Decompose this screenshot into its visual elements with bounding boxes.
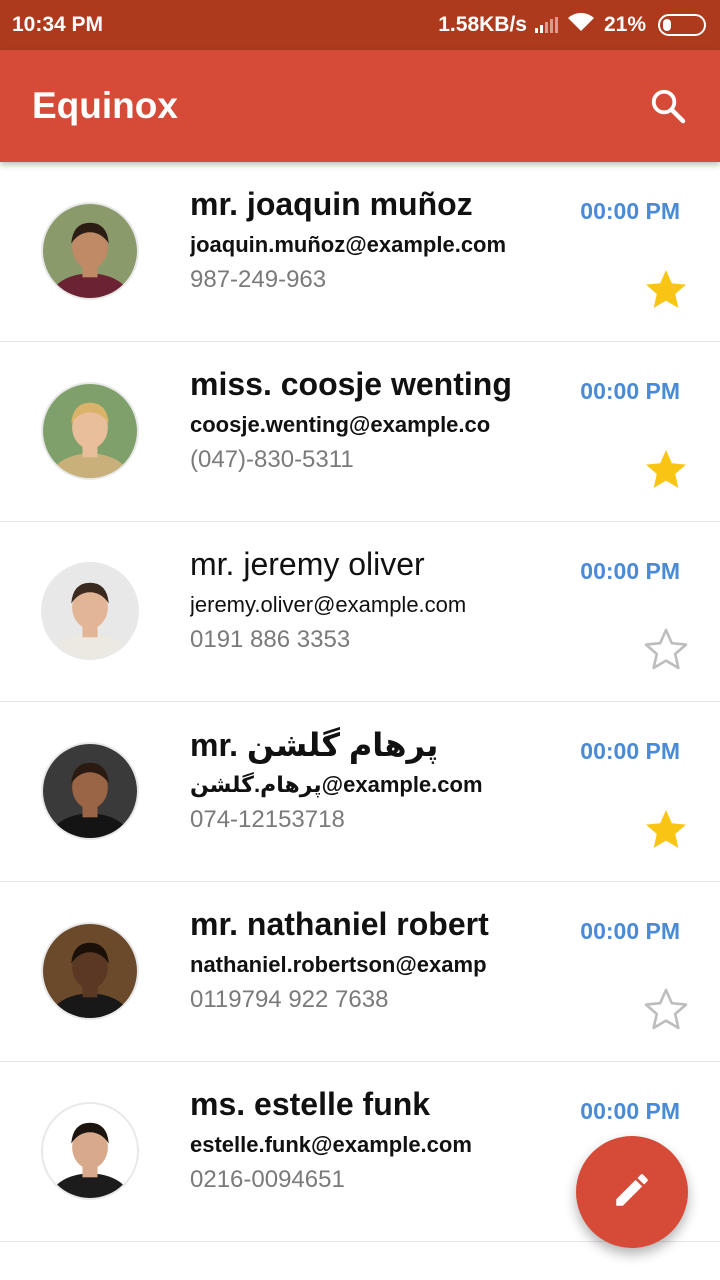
status-indicators: 1.58KB/s 21%	[438, 11, 706, 39]
contact-name: mr. joaquin muñoz	[190, 186, 473, 222]
contact-name: mr. nathaniel robert	[190, 906, 489, 942]
star-filled-icon[interactable]	[642, 446, 690, 494]
avatar	[41, 922, 139, 1020]
signal-icon	[534, 17, 558, 33]
contact-email: joaquin.muñoz@example.com	[190, 232, 507, 257]
contact-email: estelle.funk@example.com	[190, 1132, 472, 1157]
contact-time: 00:00 PM	[580, 738, 680, 764]
contact-phone: (047)-830-5311	[190, 446, 354, 473]
contact-time: 00:00 PM	[580, 918, 680, 944]
contact-phone: 987-249-963	[190, 266, 327, 293]
avatar	[41, 382, 139, 480]
contact-phone: 0191 886 3353	[190, 626, 351, 653]
search-icon[interactable]	[644, 82, 692, 130]
contact-name: mr. jeremy oliver	[190, 546, 425, 582]
pencil-icon	[611, 1169, 653, 1216]
status-time: 10:34 PM	[12, 13, 104, 36]
contact-email: coosje.wenting@example.co	[190, 412, 491, 437]
contact-time: 00:00 PM	[580, 378, 680, 404]
compose-button[interactable]	[576, 1136, 688, 1248]
contact-row[interactable]: mr. nathaniel robert nathaniel.robertson@…	[0, 882, 720, 1062]
contact-time: 00:00 PM	[580, 198, 680, 224]
contact-phone: 074-12153718	[190, 806, 345, 833]
contact-row[interactable]: miss. coosje wenting coosje.wenting@examp…	[0, 342, 720, 522]
battery-percent: 21%	[603, 13, 646, 36]
app-bar: Equinox	[0, 50, 720, 162]
app-title: Equinox	[32, 85, 178, 126]
star-outline-icon[interactable]	[642, 986, 690, 1034]
contact-row[interactable]: mr. پرهام گلشن پرهام.گلشن@example.com 074-…	[0, 702, 720, 882]
contact-row[interactable]: mr. jeremy oliver jeremy.oliver@example.c…	[0, 522, 720, 702]
contact-email: پرهام.گلشن@example.com	[190, 772, 483, 797]
status-bar: 10:34 PM 1.58KB/s 21%	[0, 0, 720, 50]
avatar	[41, 202, 139, 300]
contact-row[interactable]: mr. joaquin muñoz joaquin.muñoz@example.c…	[0, 162, 720, 342]
contact-list: mr. joaquin muñoz joaquin.muñoz@example.c…	[0, 162, 720, 1242]
contact-email: jeremy.oliver@example.com	[190, 592, 467, 617]
avatar	[41, 742, 139, 840]
avatar	[41, 562, 139, 660]
star-filled-icon[interactable]	[642, 266, 690, 314]
star-outline-icon[interactable]	[642, 626, 690, 674]
contact-name: mr. پرهام گلشن	[190, 727, 439, 763]
network-speed: 1.58KB/s	[438, 13, 527, 36]
contact-name: miss. coosje wenting	[190, 366, 512, 402]
wifi-icon	[566, 11, 596, 39]
contact-email: nathaniel.robertson@examp	[190, 952, 487, 977]
contact-time: 00:00 PM	[580, 1098, 680, 1124]
avatar	[41, 1102, 139, 1200]
contact-phone: 0216-0094651	[190, 1166, 345, 1193]
star-filled-icon[interactable]	[642, 806, 690, 854]
battery-icon	[658, 14, 706, 36]
contact-name: ms. estelle funk	[190, 1086, 431, 1122]
contact-phone: 0119794 922 7638	[190, 986, 389, 1013]
contact-time: 00:00 PM	[580, 558, 680, 584]
